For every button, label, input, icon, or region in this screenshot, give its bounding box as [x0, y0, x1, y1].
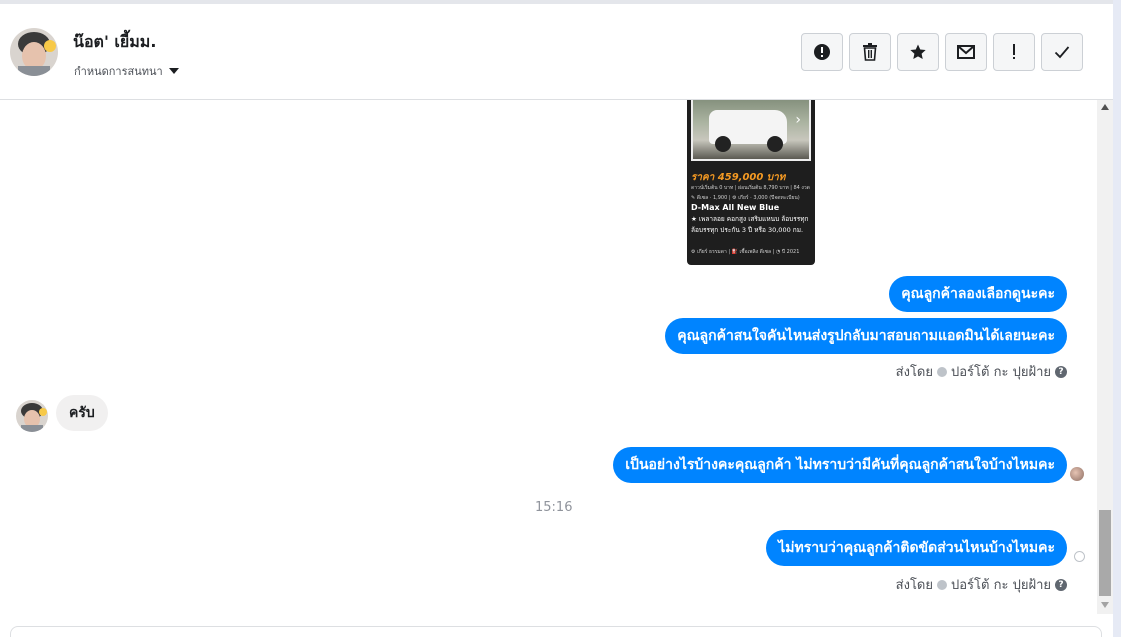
sent-status-icon: [1074, 551, 1085, 562]
card-title: D-Max All New Blue: [691, 203, 780, 212]
contact-name: น๊อต' เยี้มม.: [73, 32, 157, 51]
window-edge: [1113, 0, 1121, 637]
card-spec-line: ✎ ดีเซล · 1,900 | ⚙ เกียร์ · 3,000 (ปีจด…: [691, 195, 800, 201]
caret-down-icon: [168, 68, 179, 74]
star-button[interactable]: [897, 33, 939, 71]
trash-icon: [863, 43, 877, 61]
card-finance-line: ดาวน์เริ่มต้น 0 บาท | ผ่อนเริ่มต้น 8,790…: [691, 185, 810, 191]
chevron-right-icon: ›: [795, 112, 801, 128]
sent-by-info: ส่งโดย ปอร์โต้ กะ ปุยฝ้าย ?: [896, 361, 1067, 382]
envelope-icon: [957, 45, 975, 59]
message-outgoing[interactable]: คุณลูกค้าลองเลือกดูนะคะ: [889, 276, 1067, 312]
sent-by-agent: ปอร์โต้ กะ ปุยฝ้าย: [951, 578, 1051, 593]
check-icon: [1054, 46, 1070, 59]
sent-by-label: ส่งโดย: [895, 578, 933, 593]
scrollbar-thumb[interactable]: [1099, 510, 1111, 596]
sent-by-info: ส่งโดย ปอร์โต้ กะ ปุยฝ้าย ?: [896, 574, 1067, 595]
help-icon[interactable]: ?: [1055, 578, 1067, 591]
contact-avatar[interactable]: [10, 28, 58, 76]
star-icon: [910, 44, 926, 60]
card-description: ★ เพลาลอย คอกสูง เสริมแหนบ ล้อบรรทุก ล้อ…: [691, 215, 809, 234]
card-footer: ⚙ เกียร์ ธรรมดา | ⛽ เชื้อเพลิง ดีเซล | ◔…: [691, 249, 800, 255]
delete-button[interactable]: [849, 33, 891, 71]
card-price: ราคา 459,000 บาท: [691, 172, 786, 183]
help-icon[interactable]: ?: [1055, 365, 1067, 378]
check-circle-icon: [937, 579, 947, 590]
spam-button[interactable]: [801, 33, 843, 71]
follow-up-button[interactable]: [993, 33, 1035, 71]
message-thread[interactable]: › ราคา 459,000 บาท ดาวน์เริ่มต้น 0 บาท |…: [0, 100, 1097, 614]
assign-conversation-dropdown[interactable]: กำหนดการสนทนา: [74, 62, 179, 80]
car-listing-image[interactable]: › ราคา 459,000 บาท ดาวน์เริ่มต้น 0 บาท |…: [687, 100, 815, 265]
message-outgoing[interactable]: ไม่ทราบว่าคุณลูกค้าติดขัดส่วนไหนบ้างไหมค…: [766, 530, 1067, 566]
message-outgoing[interactable]: คุณลูกค้าสนใจคันไหนส่งรูปกลับมาสอบถามแอด…: [665, 318, 1067, 354]
message-timestamp: 15:16: [535, 500, 573, 515]
vertical-scrollbar[interactable]: [1097, 100, 1113, 614]
contact-avatar-small: [16, 400, 48, 432]
scroll-down-arrow-icon[interactable]: [1101, 602, 1109, 608]
conversation-header: น๊อต' เยี้มม. กำหนดการสนทนา: [0, 0, 1113, 100]
sent-by-agent: ปอร์โต้ กะ ปุยฝ้าย: [951, 365, 1051, 380]
action-toolbar: [801, 33, 1083, 71]
sent-by-label: ส่งโดย: [895, 365, 933, 380]
truck-photo: ›: [691, 100, 811, 161]
check-circle-icon: [937, 366, 947, 377]
exclamation-icon: [1013, 44, 1015, 59]
mark-unread-button[interactable]: [945, 33, 987, 71]
message-composer[interactable]: [10, 626, 1102, 637]
assign-label: กำหนดการสนทนา: [74, 65, 163, 78]
message-outgoing[interactable]: เป็นอย่างไรบ้างคะคุณลูกค้า ไม่ทราบว่ามีค…: [613, 447, 1067, 483]
scroll-up-arrow-icon[interactable]: [1101, 104, 1109, 110]
alert-circle-icon: [814, 44, 830, 60]
seen-avatar: [1070, 467, 1084, 481]
mark-done-button[interactable]: [1041, 33, 1083, 71]
message-incoming[interactable]: ครับ: [56, 395, 108, 431]
